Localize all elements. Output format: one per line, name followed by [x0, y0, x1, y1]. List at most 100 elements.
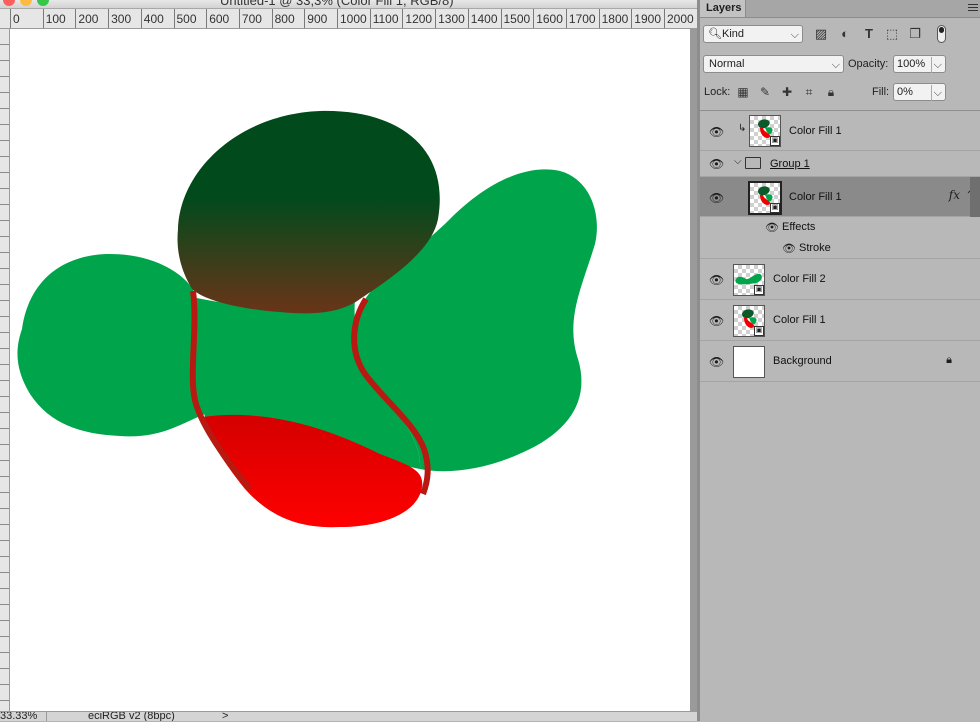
layer-name[interactable]: Stroke [799, 242, 831, 254]
ruler-tick-label: 500 [176, 12, 197, 26]
layer-row-group-1[interactable]: 👁︎ ⌵ Group 1 [700, 151, 980, 177]
eye-icon[interactable]: 👁︎ [709, 157, 724, 171]
blend-mode-dropdown[interactable]: Normal ⌵ [703, 55, 844, 73]
canvas[interactable] [10, 29, 690, 711]
ruler-tick-label: 1700 [568, 12, 596, 26]
pixel-filter-icon[interactable]: ▨ [814, 27, 828, 41]
opacity-label: Opacity: [848, 58, 889, 70]
lock-artboard-icon[interactable]: ⌗ [803, 86, 815, 98]
layer-name[interactable]: Color Fill 1 [789, 125, 842, 137]
eye-icon[interactable]: 👁︎ [709, 125, 724, 139]
chevron-down-icon[interactable]: ⌵ [930, 57, 942, 73]
tab-layers[interactable]: Layers [700, 0, 746, 17]
fill-value: 0% [897, 86, 913, 98]
ruler-tick-label: 100 [45, 12, 66, 26]
ruler-tick: 1100 [369, 9, 399, 28]
ruler-tick-label: 1100 [372, 12, 399, 26]
layer-name[interactable]: Effects [782, 221, 815, 233]
status-divider [46, 712, 47, 721]
layer-name[interactable]: Background [773, 355, 832, 367]
eye-icon[interactable]: 👁︎ [709, 191, 724, 205]
fill-label: Fill: [872, 86, 890, 98]
vertical-ruler[interactable] [0, 29, 10, 711]
layer-row-color-fill-1-selected[interactable]: 👁︎ ▣ Color Fill 1 fx ⌃ [700, 177, 980, 217]
ruler-tick: 400 [140, 9, 164, 28]
left-green-blob [17, 254, 205, 437]
layer-name[interactable]: Color Fill 2 [773, 273, 826, 285]
opacity-value: 100% [897, 58, 926, 70]
ruler-tick-label: 1800 [601, 12, 629, 26]
layer-list[interactable]: 👁︎ ↳ ▣ Color Fill 1 👁︎ ⌵ Group 1 👁︎ ▣ Co… [700, 110, 980, 722]
chevron-down-icon: ⌵ [790, 29, 799, 41]
smart-object-filter-icon[interactable]: ❐ [908, 27, 922, 41]
document-title: Untitled-1 @ 33,3% (Color Fill 1, RGB/8) [220, 0, 454, 8]
filter-toggle-switch[interactable] [937, 25, 946, 43]
ruler-tick-label: 1200 [405, 12, 433, 26]
chevron-down-icon[interactable]: ⌵ [930, 85, 942, 101]
ruler-tick-label: 900 [307, 12, 328, 26]
ruler-tick: 200 [75, 9, 98, 28]
horizontal-ruler[interactable]: 0 100 200 300 400 500 600 700 800 900 1000 1100 1200… [0, 9, 697, 29]
ruler-tick-label: 1300 [438, 12, 465, 26]
filter-kind-dropdown[interactable]: 🔍︎ Kind ⌵ [703, 25, 803, 43]
ruler-tick: 600 [206, 9, 229, 28]
layers-panel: Layers 🔍︎ Kind ⌵ ▨ ◐ T ⬚ ❐ Normal ⌵ Opac… [700, 0, 980, 722]
layer-name[interactable]: Group 1 [770, 158, 810, 170]
lock-icon: 🔒︎ [946, 354, 952, 366]
fill-field[interactable]: 0% ⌵ [893, 83, 946, 101]
ruler-tick-label: 1500 [503, 12, 531, 26]
ruler-tick-label: 1900 [634, 12, 661, 26]
chevron-down-icon[interactable]: ⌵ [734, 156, 742, 167]
layer-thumbnail: ▣ [749, 115, 781, 147]
eye-icon[interactable]: 👁︎ [709, 273, 724, 287]
layer-row-effects[interactable]: 👁︎ Effects [700, 217, 980, 238]
eye-icon[interactable]: 👁︎ [709, 355, 724, 369]
ruler-tick: 900 [304, 9, 327, 28]
type-filter-icon[interactable]: T [862, 27, 876, 41]
lock-transparent-pixels-icon[interactable]: ▦ [737, 86, 749, 98]
artwork [17, 110, 597, 528]
layer-row-color-fill-1-clipped[interactable]: 👁︎ ↳ ▣ Color Fill 1 [700, 111, 980, 151]
minimize-window-button[interactable] [20, 0, 32, 6]
ruler-tick-label: 200 [78, 12, 99, 26]
lock-image-pixels-icon[interactable]: ✎ [759, 86, 771, 98]
ruler-tick-label: 300 [111, 12, 132, 26]
layer-name[interactable]: Color Fill 1 [789, 191, 842, 203]
layer-name[interactable]: Color Fill 1 [773, 314, 826, 326]
smart-object-badge-icon: ▣ [754, 326, 764, 336]
ruler-tick-label: 800 [274, 12, 295, 26]
lock-position-icon[interactable]: ✚ [781, 86, 793, 98]
color-profile-readout: eciRGB v2 (8bpc) [88, 711, 175, 721]
ruler-tick-label: 2000 [667, 12, 694, 26]
ruler-tick: 1600 [533, 9, 563, 28]
adjustment-filter-icon[interactable]: ◐ [838, 27, 852, 41]
ruler-tick-label: 700 [241, 12, 262, 26]
shape-filter-icon[interactable]: ⬚ [885, 27, 899, 41]
ruler-tick: 700 [238, 9, 262, 28]
layer-row-stroke[interactable]: 👁︎ Stroke [700, 238, 980, 259]
layer-scroll-indicator [970, 177, 980, 217]
status-bar: 33.33% eciRGB v2 (8bpc) > [0, 711, 697, 721]
layer-row-color-fill-1[interactable]: 👁︎ ▣ Color Fill 1 [700, 300, 980, 341]
lock-all-icon[interactable]: 🔒︎ [825, 86, 837, 98]
smart-object-badge-icon: ▣ [770, 136, 780, 146]
ruler-tick: 1200 [402, 9, 432, 28]
ruler-tick: 1800 [598, 9, 628, 28]
ruler-tick: 100 [42, 9, 66, 28]
layer-row-background[interactable]: 👁︎ Background 🔒︎ [700, 341, 980, 382]
layer-row-color-fill-2[interactable]: 👁︎ ▣ Color Fill 2 [700, 259, 980, 300]
eye-icon[interactable]: 👁︎ [782, 242, 796, 255]
zoom-readout[interactable]: 33.33% [0, 712, 37, 721]
panel-menu-icon[interactable] [968, 2, 978, 14]
ruler-tick: 2000 [664, 9, 694, 28]
status-menu-arrow[interactable]: > [222, 712, 228, 721]
filter-kind-label: Kind [722, 28, 745, 40]
close-window-button[interactable] [3, 0, 15, 6]
layer-effects-icon[interactable]: fx [949, 188, 960, 202]
opacity-field[interactable]: 100% ⌵ [893, 55, 946, 73]
eye-icon[interactable]: 👁︎ [765, 221, 779, 234]
eye-icon[interactable]: 👁︎ [709, 314, 724, 328]
ruler-tick-label: 1000 [340, 12, 367, 26]
zoom-window-button[interactable] [37, 0, 49, 6]
document-window: Untitled-1 @ 33,3% (Color Fill 1, RGB/8)… [0, 0, 697, 721]
